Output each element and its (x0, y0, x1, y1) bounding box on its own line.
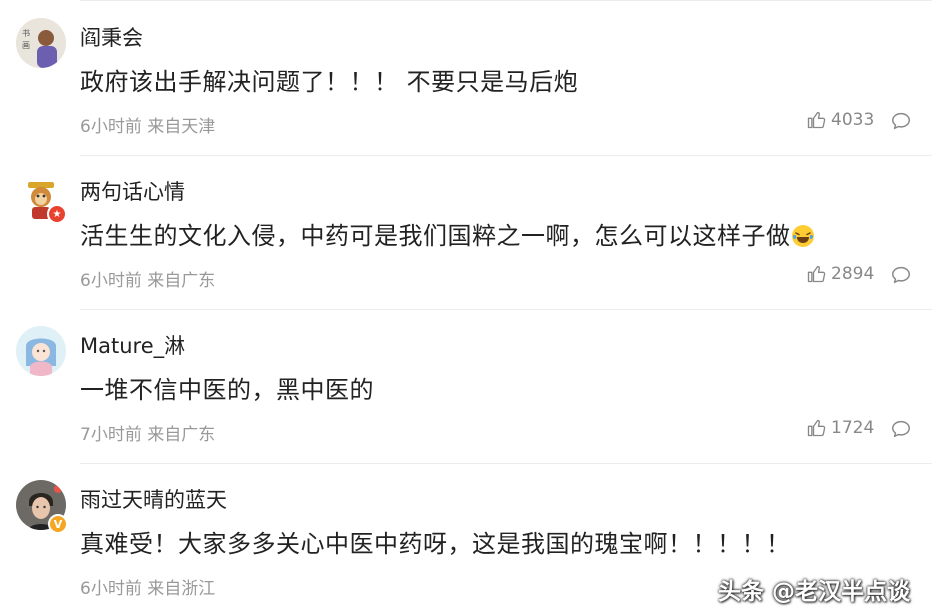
user-avatar[interactable]: 书 画 (16, 18, 66, 68)
comment-username[interactable]: 两句话心情 (80, 176, 185, 206)
comment-location: 来自广东 (147, 425, 216, 445)
like-button[interactable]: 4033 (806, 110, 874, 130)
comment-text: 真难受！大家多多关心中医中药呀，这是我国的瑰宝啊！！！！！ (80, 530, 791, 558)
thumbs-up-icon (807, 111, 826, 129)
like-count: 2894 (831, 264, 875, 284)
comment-meta: 6小时前 来自浙江 (80, 574, 215, 599)
comment-time: 7小时前 (80, 425, 142, 445)
laughing-tears-emoji-icon (791, 225, 814, 247)
comment-meta: 6小时前 来自广东 (80, 266, 215, 291)
svg-text:画: 画 (22, 41, 30, 50)
like-count: 1724 (831, 418, 875, 438)
reply-bubble-icon[interactable] (890, 264, 912, 286)
comment-location: 来自广东 (147, 271, 216, 291)
svg-text:书: 书 (22, 28, 30, 38)
comment-username[interactable]: 阎秉会 (80, 22, 143, 52)
comment-meta: 6小时前 来自天津 (80, 112, 215, 137)
thumbs-up-icon (807, 419, 826, 437)
like-button[interactable]: 2894 (806, 264, 874, 284)
thumbs-up-icon (807, 265, 826, 283)
like-button[interactable]: 1724 (806, 418, 874, 438)
comment-location: 来自天津 (147, 117, 216, 137)
comment-list: 书 画 阎秉会 政府该出手解决问题了！！！ 不要只是马后炮 6小时前 来自天津 … (0, 0, 932, 616)
user-avatar[interactable] (16, 326, 66, 376)
comment-time: 6小时前 (80, 271, 142, 291)
star-badge-icon: ★ (47, 204, 67, 224)
comment-item: ★ 两句话心情 活生生的文化入侵，中药可是我们国粹之一啊，怎么可以这样子做 6小… (0, 154, 932, 308)
comment-time: 6小时前 (80, 117, 142, 137)
comment-item: Mature_淋 一堆不信中医的，黑中医的 7小时前 来自广东 1724 (0, 308, 932, 462)
like-count: 4033 (831, 110, 875, 130)
comment-meta: 7小时前 来自广东 (80, 420, 215, 445)
verified-badge-icon: V (48, 514, 68, 534)
reply-bubble-icon[interactable] (890, 418, 912, 440)
comment-username[interactable]: 雨过天晴的蓝天 (80, 484, 227, 514)
anime-girl-avatar-icon (16, 326, 66, 376)
comment-location: 来自浙江 (147, 579, 216, 599)
man-portrait-avatar-icon: 书 画 (16, 18, 66, 68)
reply-bubble-icon[interactable] (890, 110, 912, 132)
comment-text-body: 活生生的文化入侵，中药可是我们国粹之一啊，怎么可以这样子做 (80, 222, 791, 250)
watermark: 头条 @老汉半点谈 (718, 579, 911, 605)
comment-time: 6小时前 (80, 579, 142, 599)
comment-item: 书 画 阎秉会 政府该出手解决问题了！！！ 不要只是马后炮 6小时前 来自天津 … (0, 0, 932, 154)
comment-username[interactable]: Mature_淋 (80, 330, 185, 360)
comment-text: 政府该出手解决问题了！！！ 不要只是马后炮 (80, 68, 579, 96)
comment-text: 一堆不信中医的，黑中医的 (80, 376, 374, 404)
comment-text: 活生生的文化入侵，中药可是我们国粹之一啊，怎么可以这样子做 (80, 216, 815, 251)
